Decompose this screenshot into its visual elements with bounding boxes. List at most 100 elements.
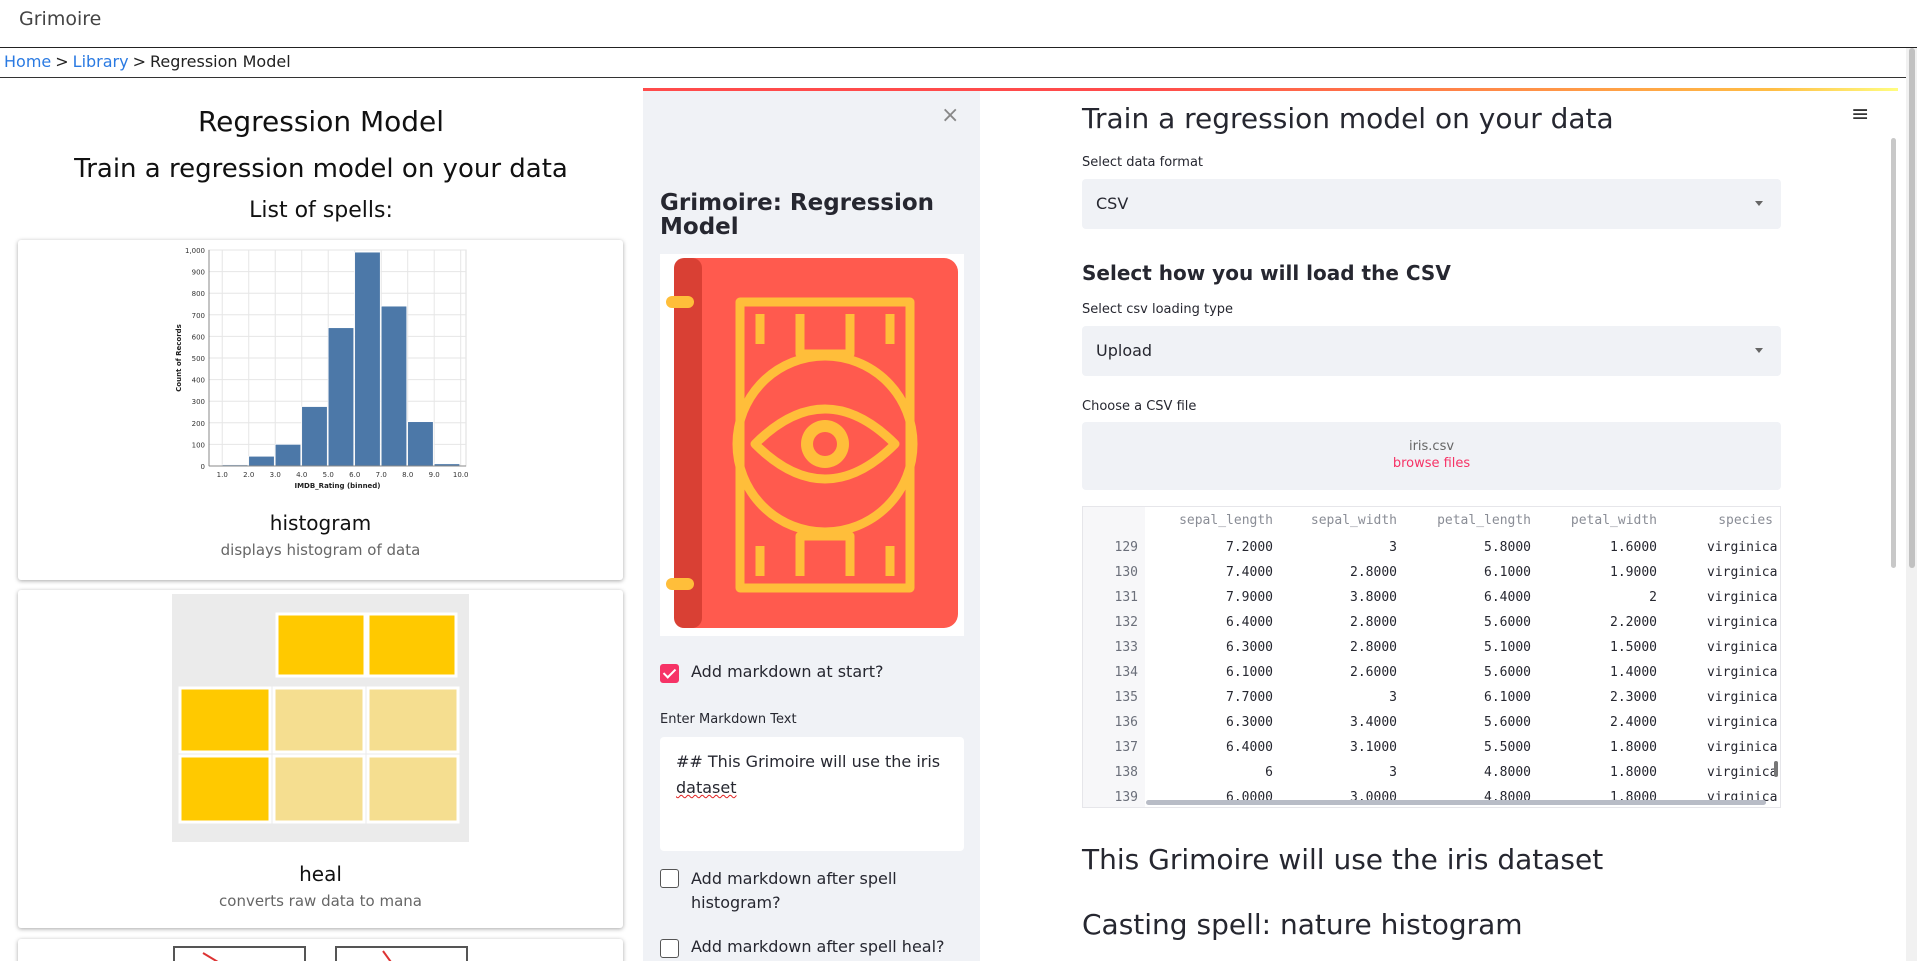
- table-cell[interactable]: 2.6000: [1277, 665, 1397, 680]
- checkbox-icon[interactable]: [660, 664, 679, 683]
- table-cell[interactable]: 2: [1537, 590, 1657, 605]
- page-scrollbar[interactable]: [1891, 138, 1896, 568]
- x-tick-label: 9.0: [429, 471, 440, 479]
- table-cell[interactable]: 1.9000: [1537, 565, 1657, 580]
- table-cell[interactable]: 2.4000: [1537, 715, 1657, 730]
- x-tick-label: 5.0: [323, 471, 334, 479]
- breadcrumb-home-link[interactable]: Home: [4, 52, 51, 71]
- table-cell[interactable]: virginica: [1707, 565, 1780, 580]
- format-label: Select data format: [1082, 155, 1204, 170]
- y-tick-label: 900: [192, 269, 205, 277]
- column-header[interactable]: petal_length: [1401, 513, 1531, 528]
- app-frame: × Grimoire: Regression Model Add markdow…: [643, 88, 1898, 961]
- table-cell[interactable]: 2.3000: [1537, 690, 1657, 705]
- file-uploader[interactable]: iris.csv browse files: [1082, 422, 1781, 490]
- table-cell[interactable]: virginica: [1707, 715, 1780, 730]
- table-cell[interactable]: 5.6000: [1411, 615, 1531, 630]
- table-cell[interactable]: virginica: [1707, 665, 1780, 680]
- table-cell[interactable]: 1.6000: [1537, 540, 1657, 555]
- spell-card-histogram[interactable]: 0 100 200 300 400 500 600 700 800 900 1,000 1.0 2.0 3…: [18, 240, 623, 580]
- table-cell[interactable]: 1.8000: [1537, 740, 1657, 755]
- table-cell[interactable]: 7.2000: [1153, 540, 1273, 555]
- table-cell[interactable]: 7.7000: [1153, 690, 1273, 705]
- table-cell[interactable]: virginica: [1707, 590, 1780, 605]
- checkbox-icon[interactable]: [660, 869, 679, 888]
- table-cell[interactable]: 7.4000: [1153, 565, 1273, 580]
- load-heading: Select how you will load the CSV: [1082, 261, 1451, 285]
- menu-icon[interactable]: ≡: [1851, 102, 1869, 127]
- markdown-heading: This Grimoire will use the iris dataset: [1082, 843, 1604, 876]
- table-cell[interactable]: 5.8000: [1411, 540, 1531, 555]
- table-cell[interactable]: 3: [1277, 540, 1397, 555]
- vertical-scrollbar[interactable]: [1774, 761, 1778, 777]
- table-cell[interactable]: 6.3000: [1153, 640, 1273, 655]
- table-cell[interactable]: 6.1000: [1411, 565, 1531, 580]
- markdown-textarea[interactable]: ## This Grimoire will use the iris datas…: [660, 737, 964, 851]
- table-cell[interactable]: virginica: [1707, 690, 1780, 705]
- column-header[interactable]: sepal_width: [1267, 513, 1397, 528]
- table-cell[interactable]: virginica: [1707, 640, 1780, 655]
- table-cell[interactable]: 5.1000: [1411, 640, 1531, 655]
- table-cell[interactable]: 6.1000: [1153, 665, 1273, 680]
- table-cell[interactable]: 1.5000: [1537, 640, 1657, 655]
- table-cell[interactable]: 2.2000: [1537, 615, 1657, 630]
- window-scrollbar[interactable]: [1906, 48, 1917, 961]
- table-cell[interactable]: 5.6000: [1411, 715, 1531, 730]
- table-cell[interactable]: 1.4000: [1537, 665, 1657, 680]
- casting-heading: Casting spell: nature histogram: [1082, 908, 1523, 941]
- markdown-text-line: ## This Grimoire will use the iris: [676, 752, 941, 771]
- y-tick-label: 1,000: [185, 247, 205, 255]
- breadcrumb-library-link[interactable]: Library: [73, 52, 129, 71]
- table-cell[interactable]: 3: [1277, 690, 1397, 705]
- loading-type-select[interactable]: Upload: [1082, 326, 1781, 376]
- spell-card-heal[interactable]: heal converts raw data to mana: [18, 590, 623, 928]
- table-cell[interactable]: 3.8000: [1277, 590, 1397, 605]
- column-header[interactable]: petal_width: [1527, 513, 1657, 528]
- table-cell[interactable]: 3: [1277, 765, 1397, 780]
- data-format-select[interactable]: CSV: [1082, 179, 1781, 229]
- y-axis-label: Count of Records: [175, 324, 183, 392]
- checkbox-icon[interactable]: [660, 939, 679, 958]
- column-header[interactable]: sepal_length: [1143, 513, 1273, 528]
- table-cell[interactable]: 6.4000: [1411, 590, 1531, 605]
- histogram-bar: [407, 421, 434, 467]
- table-cell[interactable]: 5.5000: [1411, 740, 1531, 755]
- table-cell[interactable]: 2.8000: [1277, 615, 1397, 630]
- browse-files-link[interactable]: browse files: [1082, 456, 1781, 471]
- add-markdown-after-histogram-checkbox[interactable]: Add markdown after spell histogram?: [660, 867, 897, 915]
- row-index: 132: [1114, 615, 1138, 630]
- table-cell[interactable]: 6: [1153, 765, 1273, 780]
- uploaded-file-name: iris.csv: [1408, 439, 1455, 454]
- table-cell[interactable]: 6.1000: [1411, 690, 1531, 705]
- close-sidebar-button[interactable]: ×: [941, 103, 959, 128]
- file-label: Choose a CSV file: [1082, 399, 1197, 414]
- table-cell[interactable]: 3.1000: [1277, 740, 1397, 755]
- y-tick-label: 800: [192, 290, 205, 298]
- table-cell[interactable]: virginica: [1707, 615, 1780, 630]
- breadcrumb-separator: >: [132, 52, 147, 71]
- table-cell[interactable]: 2.8000: [1277, 565, 1397, 580]
- add-markdown-start-checkbox[interactable]: Add markdown at start?: [660, 662, 883, 683]
- table-cell[interactable]: 7.9000: [1153, 590, 1273, 605]
- table-cell[interactable]: 5.6000: [1411, 665, 1531, 680]
- table-cell[interactable]: 2.8000: [1277, 640, 1397, 655]
- table-cell[interactable]: 3.4000: [1277, 715, 1397, 730]
- table-cell[interactable]: virginica: [1707, 740, 1780, 755]
- row-index: 139: [1114, 790, 1138, 805]
- table-cell[interactable]: 6.4000: [1153, 740, 1273, 755]
- horizontal-scrollbar[interactable]: [1146, 800, 1766, 805]
- histogram-chart: 0 100 200 300 400 500 600 700 800 900 1,000 1.0 2.0 3…: [175, 247, 468, 490]
- table-cell[interactable]: 4.8000: [1411, 765, 1531, 780]
- table-cell[interactable]: 6.3000: [1153, 715, 1273, 730]
- sidebar-title: Grimoire: Regression Model: [660, 190, 935, 240]
- data-table[interactable]: sepal_length sepal_width petal_length petal…: [1082, 506, 1781, 808]
- table-cell[interactable]: 6.4000: [1153, 615, 1273, 630]
- table-cell[interactable]: virginica: [1707, 765, 1780, 780]
- scrollbar-thumb[interactable]: [1909, 48, 1915, 568]
- table-cell[interactable]: 1.8000: [1537, 765, 1657, 780]
- add-markdown-after-heal-checkbox[interactable]: Add markdown after spell heal?: [660, 937, 945, 958]
- column-header[interactable]: species: [1643, 513, 1773, 528]
- spell-card-partial[interactable]: [18, 939, 623, 961]
- table-cell[interactable]: virginica: [1707, 540, 1780, 555]
- sidebar: × Grimoire: Regression Model Add markdow…: [643, 91, 980, 961]
